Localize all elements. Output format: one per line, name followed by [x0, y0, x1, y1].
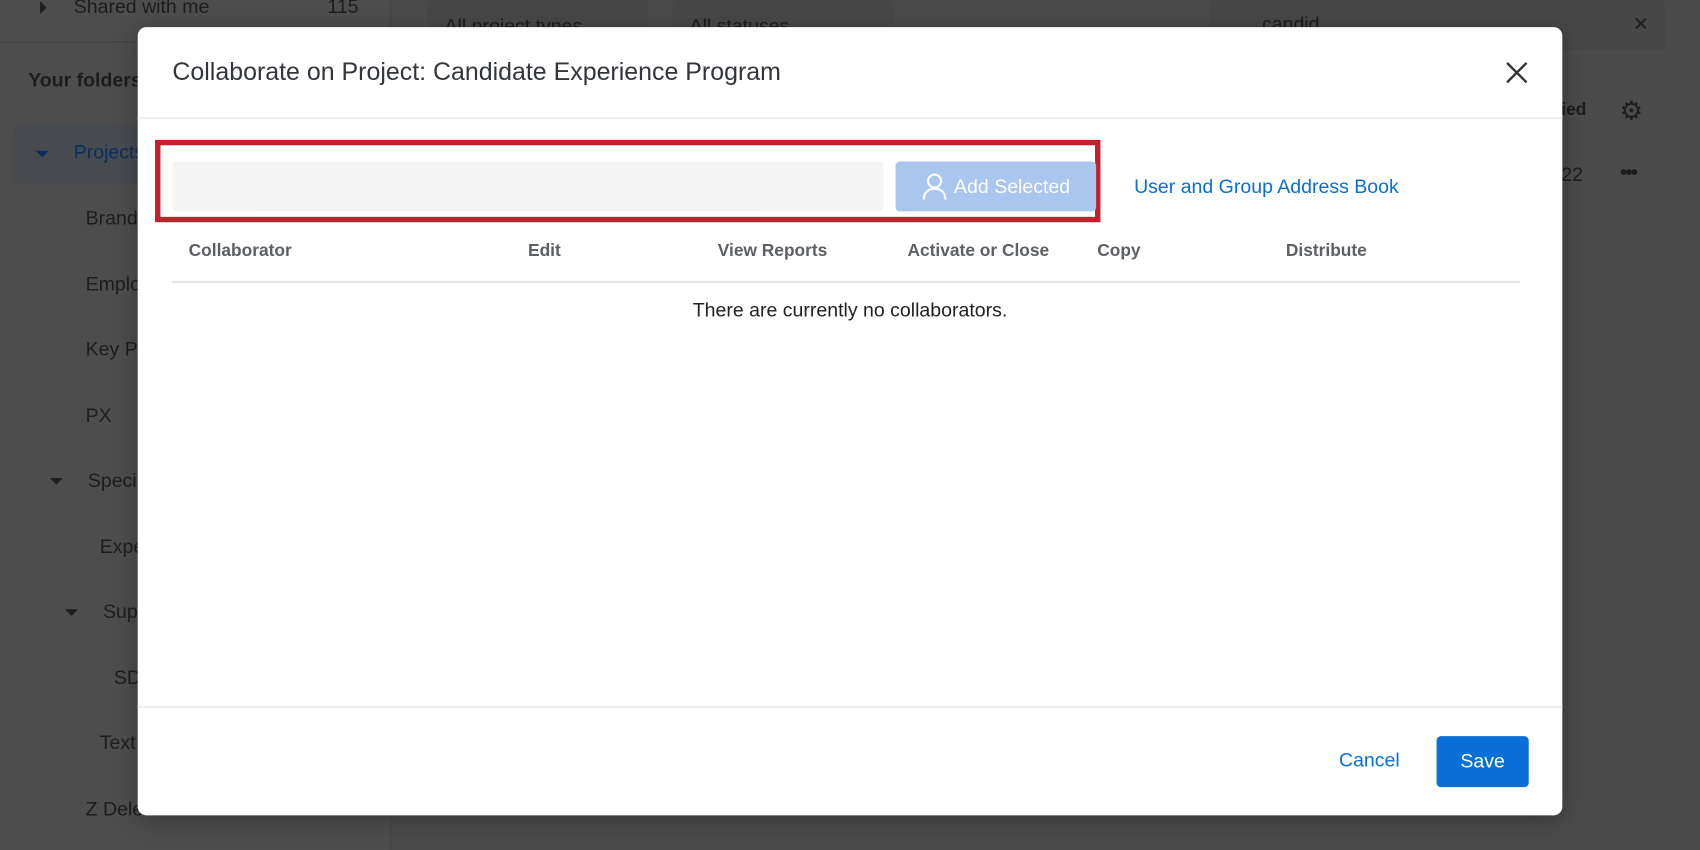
user-icon [922, 172, 948, 200]
sidebar-item-label[interactable]: Emplo [86, 273, 141, 296]
column-header-view-reports: View Reports [718, 242, 828, 262]
caret-down-icon [50, 478, 63, 485]
gear-icon[interactable]: ⚙ [1620, 95, 1643, 126]
table-header-divider [172, 281, 1520, 283]
add-selected-label: Add Selected [954, 175, 1070, 198]
caret-right-icon [40, 1, 47, 14]
sidebar-item-label: Projects [74, 141, 145, 164]
column-header-edit: Edit [528, 242, 561, 262]
caret-down-icon [65, 609, 78, 616]
sidebar-item-label[interactable]: Brand [86, 207, 138, 230]
more-options-icon[interactable]: ••• [1620, 160, 1636, 185]
sidebar-item-label[interactable]: Sup [103, 601, 138, 624]
shared-count: 115 [327, 0, 358, 18]
column-header-distribute: Distribute [1286, 242, 1367, 262]
address-book-link[interactable]: User and Group Address Book [1134, 176, 1399, 199]
close-icon[interactable] [1502, 57, 1532, 87]
sidebar-item-label[interactable]: PX [86, 404, 112, 427]
add-selected-button[interactable]: Add Selected [896, 162, 1097, 212]
your-folders-heading: Your folders [28, 69, 142, 92]
divider [138, 706, 1563, 708]
row-fragment: 22 [1561, 164, 1583, 187]
cancel-button[interactable]: Cancel [1339, 749, 1400, 772]
sidebar-item-label[interactable]: Text [100, 732, 136, 755]
sidebar-item-label[interactable]: Key P [86, 338, 138, 361]
save-button[interactable]: Save [1437, 736, 1529, 787]
shared-label: Shared with me [74, 0, 210, 18]
column-header-activate-close: Activate or Close [907, 242, 1049, 262]
collaborator-search-input[interactable] [172, 162, 883, 212]
column-header-collaborator: Collaborator [189, 242, 292, 262]
collaborate-dialog: Collaborate on Project: Candidate Experi… [138, 27, 1563, 815]
clear-search-icon[interactable]: ✕ [1633, 13, 1649, 36]
caret-down-icon [36, 151, 49, 158]
sidebar-item-label[interactable]: Z Dele [86, 798, 143, 821]
column-header-fragment: ied [1561, 101, 1586, 121]
column-header-copy: Copy [1097, 242, 1140, 262]
divider [138, 117, 1563, 119]
empty-state-message: There are currently no collaborators. [138, 299, 1563, 322]
dialog-title: Collaborate on Project: Candidate Experi… [172, 57, 781, 86]
sidebar-item-label[interactable]: Speci [88, 469, 137, 492]
